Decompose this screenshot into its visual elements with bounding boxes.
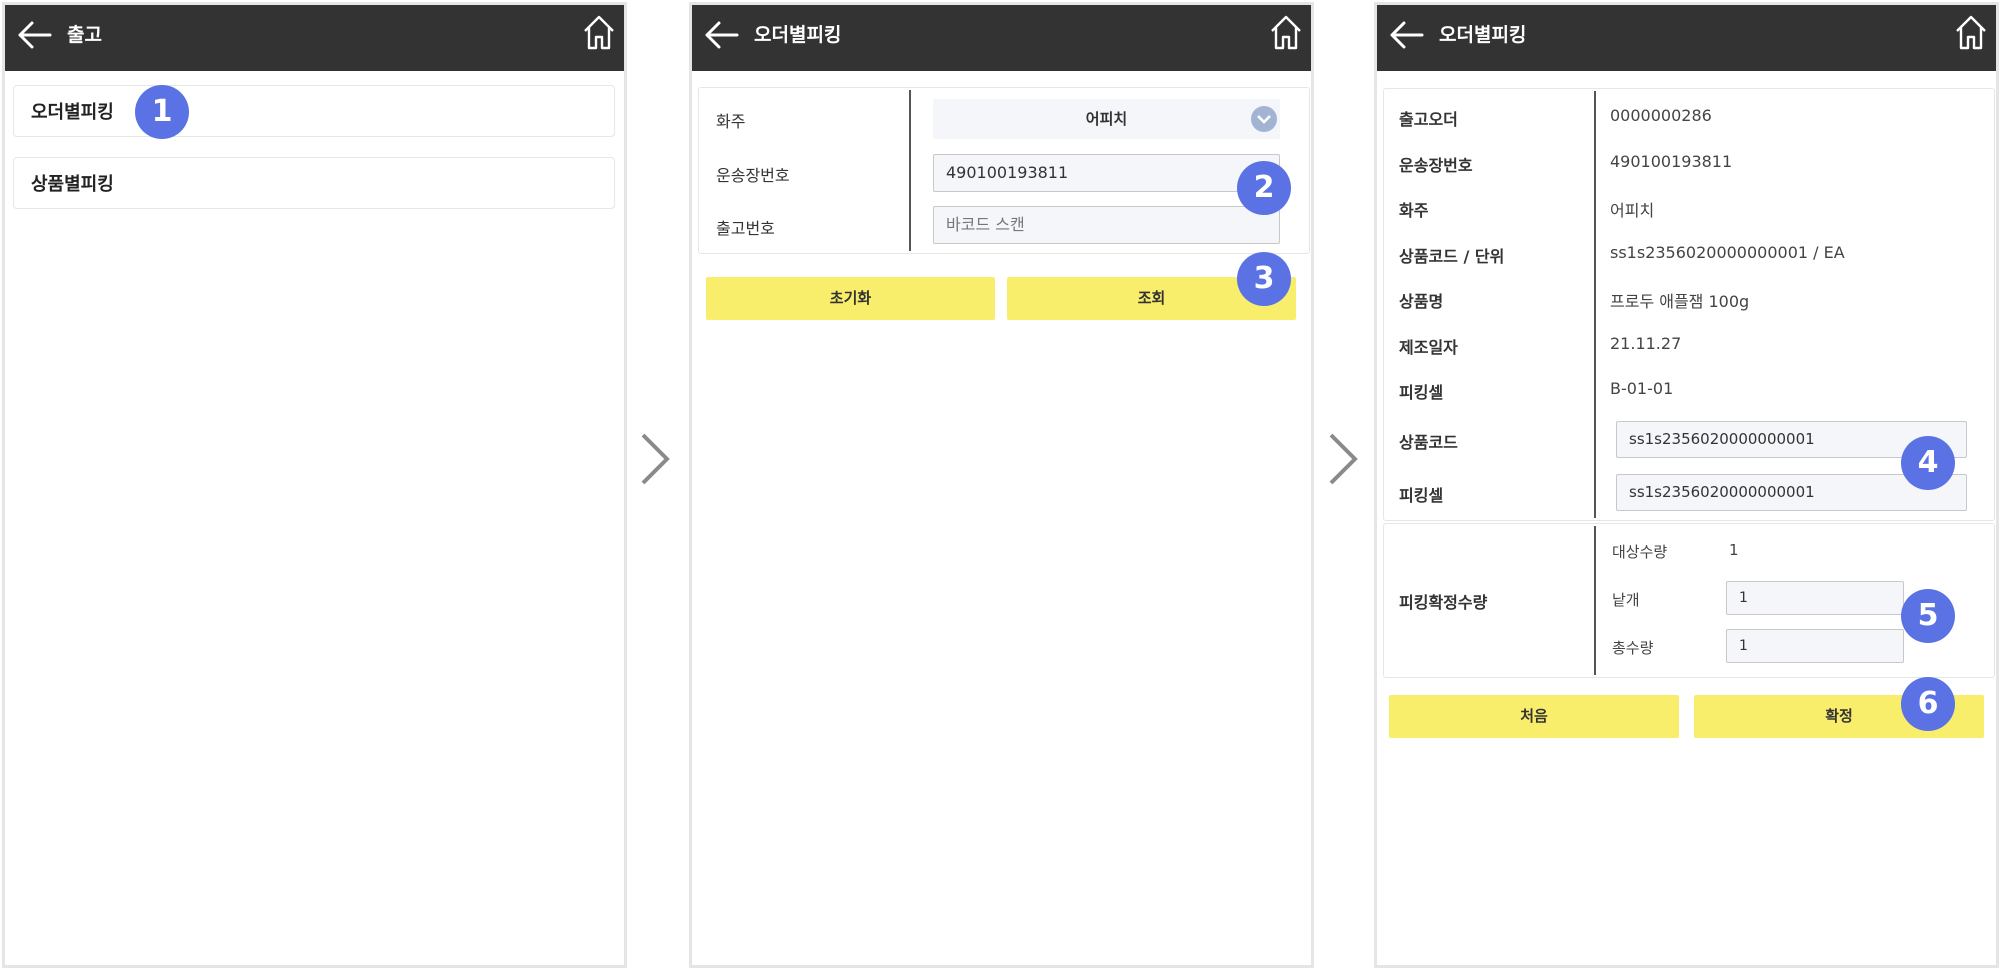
- step-badge-4: 4: [1901, 436, 1955, 490]
- total-qty-input[interactable]: 1: [1726, 629, 1904, 663]
- each-qty-label: 낱개: [1612, 591, 1640, 609]
- picking-confirm-qty-label: 피킹확정수량: [1399, 593, 1488, 612]
- picking-cell-label: 피킹셀: [1399, 486, 1444, 505]
- screen-outbound: 출고 오더별피킹 상품별피킹: [2, 2, 627, 968]
- menu-item-product-picking[interactable]: 상품별피킹: [13, 157, 615, 209]
- detail-value: ss1s2356020000000001 / EA: [1610, 243, 1845, 262]
- owner-select[interactable]: 어피치: [933, 99, 1280, 139]
- back-arrow-icon[interactable]: [704, 20, 740, 50]
- screen-order-picking-search: 오더별피킹 화주 어피치 운송장번호 490100193811 출고번호 바코드…: [689, 2, 1314, 968]
- detail-value: B-01-01: [1610, 379, 1674, 398]
- total-qty-label: 총수량: [1612, 639, 1654, 657]
- menu-item-label: 오더별피킹: [31, 102, 114, 123]
- step-badge-5: 5: [1901, 589, 1955, 643]
- waybill-input[interactable]: 490100193811: [933, 154, 1280, 192]
- home-icon[interactable]: [1269, 14, 1303, 52]
- chevron-down-icon: [1251, 106, 1277, 132]
- step-badge-6: 6: [1901, 677, 1955, 731]
- detail-value: 490100193811: [1610, 152, 1733, 171]
- step-badge-1: 1: [135, 85, 189, 139]
- detail-value: 0000000286: [1610, 106, 1712, 125]
- picking-quantity-section: 피킹확정수량 대상수량 1 낱개 1 총수량 1: [1383, 523, 1995, 678]
- target-qty-label: 대상수량: [1612, 543, 1668, 561]
- home-icon[interactable]: [582, 14, 616, 52]
- step-badge-2: 2: [1237, 161, 1291, 215]
- reset-button[interactable]: 초기화: [706, 277, 995, 320]
- detail-value: 어피치: [1610, 201, 1655, 220]
- chevron-right-icon: [641, 433, 670, 485]
- detail-label: 상품명: [1399, 292, 1444, 311]
- page-title: 오더별피킹: [1439, 24, 1527, 46]
- home-icon[interactable]: [1954, 14, 1988, 52]
- top-bar: 오더별피킹: [692, 5, 1311, 71]
- first-button[interactable]: 처음: [1389, 695, 1679, 738]
- divider: [1594, 91, 1596, 518]
- search-form: 화주 어피치 운송장번호 490100193811 출고번호 바코드 스캔: [698, 87, 1310, 254]
- top-bar: 오더별피킹: [1377, 5, 1996, 71]
- step-badge-3: 3: [1237, 252, 1291, 306]
- owner-select-value: 어피치: [1085, 110, 1128, 128]
- owner-label: 화주: [716, 112, 746, 131]
- detail-label: 출고오더: [1399, 110, 1458, 129]
- detail-label: 운송장번호: [1399, 156, 1473, 175]
- detail-label: 제조일자: [1399, 338, 1458, 357]
- detail-value: 프로두 애플잼 100g: [1610, 292, 1750, 311]
- outbound-number-input[interactable]: 바코드 스캔: [933, 206, 1280, 244]
- page-title: 출고: [67, 24, 102, 46]
- chevron-right-icon: [1329, 433, 1358, 485]
- product-code-label: 상품코드: [1399, 433, 1458, 452]
- outbound-number-label: 출고번호: [716, 219, 775, 238]
- waybill-label: 운송장번호: [716, 166, 790, 185]
- divider: [1594, 526, 1596, 675]
- detail-label: 상품코드 / 단위: [1399, 247, 1505, 266]
- divider: [909, 90, 911, 251]
- each-qty-input[interactable]: 1: [1726, 581, 1904, 615]
- back-arrow-icon[interactable]: [1389, 20, 1425, 50]
- menu-item-label: 상품별피킹: [31, 174, 114, 195]
- detail-label: 피킹셀: [1399, 383, 1444, 402]
- page-title: 오더별피킹: [754, 24, 842, 46]
- screen-order-picking-detail: 오더별피킹 출고오더 0000000286 운송장번호 490100193811…: [1374, 2, 1999, 968]
- menu-item-order-picking[interactable]: 오더별피킹: [13, 85, 615, 137]
- detail-label: 화주: [1399, 201, 1429, 220]
- back-arrow-icon[interactable]: [17, 20, 53, 50]
- top-bar: 출고: [5, 5, 624, 71]
- detail-value: 21.11.27: [1610, 334, 1682, 353]
- target-qty-value: 1: [1729, 541, 1739, 559]
